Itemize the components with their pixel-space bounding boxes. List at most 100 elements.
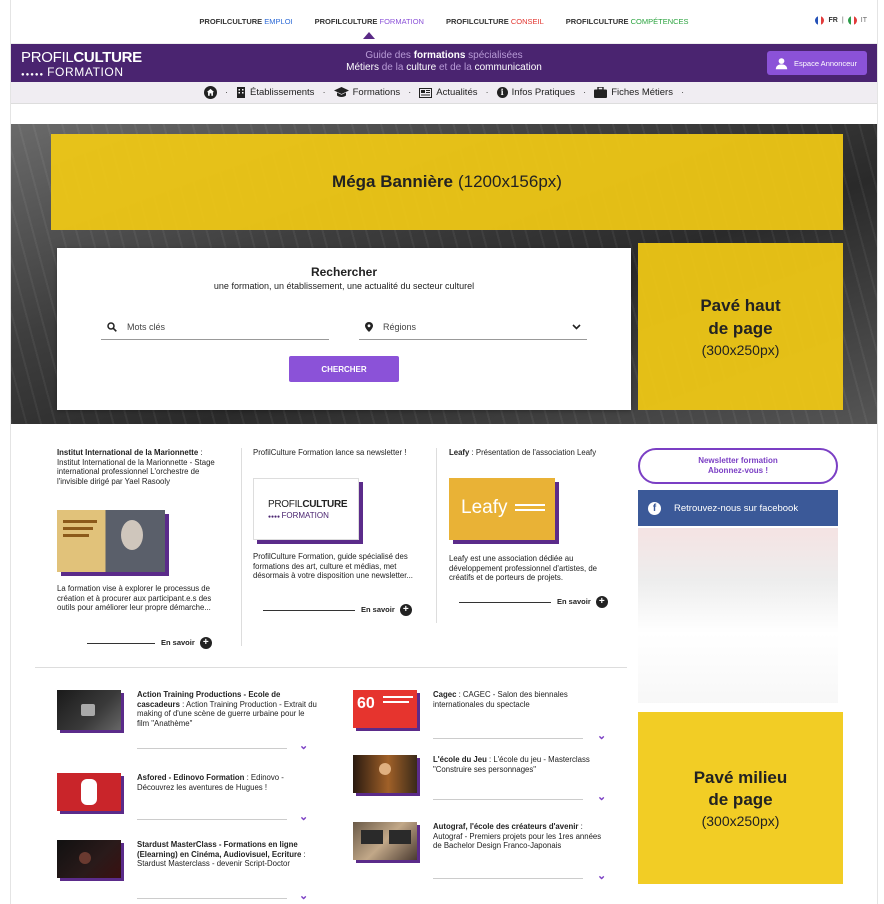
section-divider bbox=[35, 667, 627, 668]
lang-it[interactable]: IT bbox=[861, 17, 867, 24]
keywords-field[interactable]: Mots clés bbox=[101, 314, 329, 340]
site-header: PROFILCULTURE ●●●●● FORMATION Guide des f… bbox=[11, 44, 877, 82]
nav-sep: · bbox=[408, 87, 412, 98]
lang-fr[interactable]: FR bbox=[828, 17, 837, 24]
article-thumbnail bbox=[57, 773, 121, 811]
card-thumbnail: Leafy bbox=[449, 478, 555, 540]
location-pin-icon bbox=[365, 321, 373, 332]
nav-infos-pratiques[interactable]: i Infos Pratiques bbox=[496, 87, 575, 98]
page-frame: PROFILCULTURE EMPLOI PROFILCULTURE FORMA… bbox=[10, 0, 878, 904]
article-rule bbox=[433, 878, 583, 879]
graduation-cap-icon bbox=[333, 87, 349, 97]
plus-icon: + bbox=[199, 637, 212, 649]
card-divider bbox=[241, 448, 242, 646]
search-title: Rechercher bbox=[310, 265, 378, 279]
en-savoir-link[interactable]: En savoir + bbox=[87, 637, 212, 649]
card-title: Leafy : Présentation de l'association Le… bbox=[449, 448, 597, 457]
article-thumbnail bbox=[57, 840, 121, 878]
briefcase-icon bbox=[594, 87, 608, 98]
news-card[interactable]: Institut International de la Marionnette… bbox=[57, 448, 227, 654]
chevron-down-icon[interactable]: ⌄ bbox=[597, 730, 606, 743]
nav-sep: · bbox=[322, 87, 326, 98]
en-savoir-link[interactable]: En savoir + bbox=[263, 604, 412, 616]
search-icon bbox=[107, 321, 117, 332]
news-card[interactable]: ProfilCulture Formation lance sa newslet… bbox=[253, 448, 423, 628]
chevron-down-icon[interactable]: ⌄ bbox=[597, 791, 606, 804]
nav-etablissements[interactable]: Établissements bbox=[236, 87, 314, 98]
article-text: Cagec : CAGEC - Salon des biennales inte… bbox=[433, 690, 568, 709]
article-thumbnail: 60 bbox=[353, 690, 417, 728]
site-link-competences[interactable]: PROFILCULTURE COMPÉTENCES bbox=[566, 13, 689, 30]
card-excerpt: ProfilCulture Formation, guide spécialis… bbox=[253, 552, 413, 580]
article-rule bbox=[137, 898, 287, 899]
nav-sep: · bbox=[224, 87, 229, 98]
article-text: Asfored - Edinovo Formation : Edinovo - … bbox=[137, 773, 284, 792]
article-item[interactable]: Action Training Productions - Ecole de c… bbox=[57, 690, 317, 756]
en-savoir-link[interactable]: En savoir + bbox=[459, 596, 608, 608]
article-thumbnail bbox=[57, 690, 121, 730]
facebook-icon: f bbox=[648, 501, 661, 515]
article-rule bbox=[433, 738, 583, 739]
nav-sep: · bbox=[485, 87, 489, 98]
site-link-emploi[interactable]: PROFILCULTURE EMPLOI bbox=[199, 13, 292, 30]
chevron-down-icon[interactable]: ⌄ bbox=[299, 890, 308, 903]
chevron-down-icon[interactable]: ⌄ bbox=[299, 740, 308, 753]
article-rule bbox=[433, 799, 583, 800]
faded-sidebar-background bbox=[638, 528, 838, 703]
espace-annonceur-button[interactable]: Espace Annonceur bbox=[767, 51, 867, 75]
card-title: Institut International de la Marionnette… bbox=[57, 448, 215, 486]
lang-separator: | bbox=[841, 17, 844, 24]
chevron-down-icon[interactable]: ⌄ bbox=[597, 870, 606, 883]
site-link-conseil[interactable]: PROFILCULTURE CONSEIL bbox=[446, 13, 544, 30]
card-title: ProfilCulture Formation lance sa newslet… bbox=[253, 448, 407, 457]
card-thumbnail: PROFILCULTURE ●●●● FORMATION bbox=[253, 478, 359, 540]
news-card[interactable]: Leafy : Présentation de l'association Le… bbox=[449, 448, 619, 618]
card-excerpt: Leafy est une association dédiée au déve… bbox=[449, 554, 597, 582]
plus-icon: + bbox=[595, 596, 608, 608]
article-item[interactable]: Autograf, l'école des créateurs d'avenir… bbox=[353, 822, 613, 884]
nav-fiches-metiers[interactable]: Fiches Métiers bbox=[594, 87, 673, 98]
card-thumbnail bbox=[57, 510, 165, 572]
building-icon bbox=[237, 87, 246, 98]
keywords-placeholder: Mots clés bbox=[127, 321, 166, 332]
pave-haut-ad[interactable]: Pavé haut de page (300x250px) bbox=[638, 243, 843, 410]
article-item[interactable]: Stardust MasterClass - Formations en lig… bbox=[57, 840, 317, 903]
card-divider bbox=[436, 448, 437, 623]
article-item[interactable]: Asfored - Edinovo Formation : Edinovo - … bbox=[57, 773, 317, 823]
card-excerpt: La formation vise à explorer le processu… bbox=[57, 584, 212, 612]
user-icon bbox=[775, 57, 788, 69]
chevron-down-icon bbox=[572, 323, 581, 330]
article-rule bbox=[137, 748, 287, 749]
pave-milieu-ad[interactable]: Pavé milieu de page (300x250px) bbox=[638, 712, 843, 884]
mega-banner-ad[interactable]: Méga Bannière (1200x156px) bbox=[51, 134, 843, 230]
article-text: Stardust MasterClass - Formations en lig… bbox=[137, 840, 306, 868]
french-flag-icon[interactable] bbox=[815, 16, 825, 25]
nav-formations[interactable]: Formations bbox=[333, 87, 400, 98]
article-item[interactable]: L'école du Jeu : L'école du jeu - Master… bbox=[353, 755, 613, 805]
facebook-button[interactable]: f Retrouvez-nous sur facebook bbox=[638, 490, 838, 526]
nav-actualites[interactable]: Actualités bbox=[419, 87, 477, 98]
italian-flag-icon[interactable] bbox=[847, 16, 857, 25]
regions-label: Régions bbox=[383, 321, 417, 332]
site-link-formation[interactable]: PROFILCULTURE FORMATION bbox=[315, 13, 424, 39]
newsletter-subscribe-button[interactable]: Newsletter formation Abonnez-vous ! bbox=[638, 448, 838, 484]
newspaper-icon bbox=[419, 87, 433, 98]
regions-select[interactable]: Régions bbox=[359, 314, 587, 340]
search-panel: Rechercher une formation, un établisseme… bbox=[57, 248, 631, 410]
plus-icon: + bbox=[399, 604, 412, 616]
language-switcher: FR | IT bbox=[815, 16, 867, 25]
article-text: Autograf, l'école des créateurs d'avenir… bbox=[433, 822, 602, 850]
chevron-down-icon[interactable]: ⌄ bbox=[299, 811, 308, 824]
article-item[interactable]: 60 Cagec : CAGEC - Salon des biennales i… bbox=[353, 690, 613, 744]
search-subtitle: une formation, un établissement, une act… bbox=[213, 281, 475, 291]
network-topbar: PROFILCULTURE EMPLOI PROFILCULTURE FORMA… bbox=[11, 0, 877, 44]
article-thumbnail bbox=[353, 822, 417, 860]
header-tagline: Guide des formations spécialisées Métier… bbox=[346, 50, 542, 73]
article-text: L'école du Jeu : L'école du jeu - Master… bbox=[433, 755, 590, 774]
chercher-button[interactable]: CHERCHER bbox=[289, 356, 399, 382]
home-icon[interactable] bbox=[203, 86, 217, 99]
article-rule bbox=[137, 819, 287, 820]
article-text: Action Training Productions - Ecole de c… bbox=[137, 690, 317, 728]
article-thumbnail bbox=[353, 755, 417, 793]
nav-sep: · bbox=[680, 87, 685, 98]
